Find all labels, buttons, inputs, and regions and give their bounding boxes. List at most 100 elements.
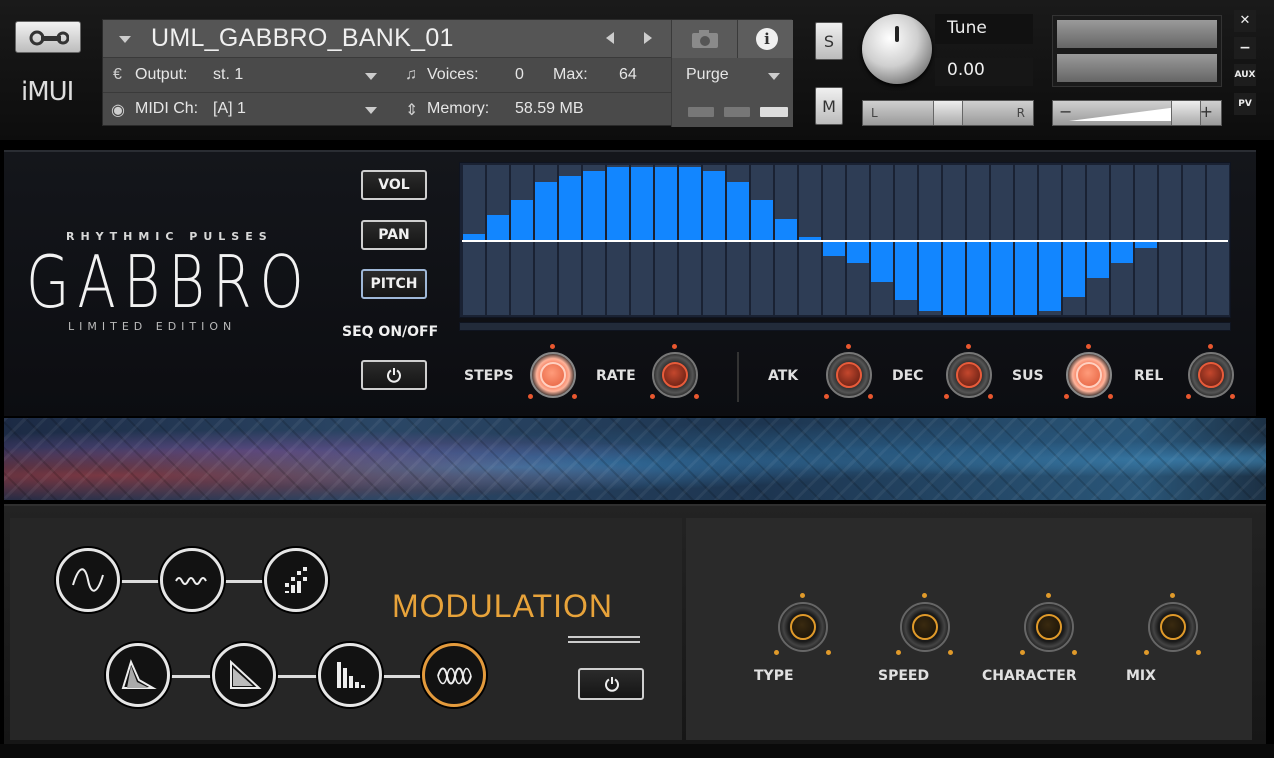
loop-icon — [437, 667, 472, 685]
knob-center — [1198, 362, 1224, 388]
sine-wave-icon — [72, 568, 104, 592]
volume-minus-icon[interactable]: − — [1059, 102, 1072, 121]
prev-instrument-icon[interactable] — [606, 32, 614, 44]
power-icon — [605, 677, 619, 692]
midi-dropdown-icon[interactable] — [365, 107, 377, 114]
pv-button[interactable]: PV — [1234, 93, 1256, 115]
purge-dropdown-icon[interactable] — [768, 73, 780, 80]
seq-knob-rate[interactable] — [648, 344, 702, 402]
noise-shape-button[interactable] — [264, 548, 328, 612]
sequencer-step-bar — [607, 167, 629, 241]
step-sequencer-grid[interactable] — [459, 162, 1231, 318]
sequencer-step-bar — [967, 241, 989, 315]
envelope-shape-button[interactable] — [106, 643, 170, 707]
decay-shape-button[interactable] — [212, 643, 276, 707]
knob-center — [836, 362, 862, 388]
loop-shape-button[interactable] — [422, 643, 486, 707]
knob-tick — [944, 394, 949, 399]
knob-tick — [694, 394, 699, 399]
seq-power-button[interactable] — [361, 360, 427, 390]
envelope-icon — [121, 659, 157, 689]
section-divider — [737, 352, 739, 402]
knob-tick — [774, 650, 779, 655]
random-shape-button[interactable] — [160, 548, 224, 612]
output-value[interactable]: st. 1 — [213, 66, 243, 84]
tune-label: Tune — [947, 18, 987, 38]
seq-knob-sus[interactable] — [1062, 344, 1116, 402]
pan-slider[interactable]: L R — [862, 100, 1034, 126]
uml-logo-icon: iMUI — [21, 77, 74, 107]
sequencer-step-bar — [535, 181, 557, 241]
seq-vol-button[interactable]: VOL — [361, 170, 427, 200]
sequencer-center-line — [462, 240, 1228, 242]
volume-slider-handle[interactable] — [1171, 101, 1201, 125]
sequencer-step-bar — [655, 167, 677, 241]
seq-knob-label-atk: ATK — [768, 368, 799, 384]
sequencer-step-bar — [487, 215, 509, 241]
mod-knob-speed[interactable] — [896, 593, 953, 655]
knob-tick — [1046, 593, 1051, 598]
tune-knob[interactable] — [862, 14, 932, 84]
info-button[interactable]: i — [737, 20, 793, 58]
instrument-info-panel: UML_GABBRO_BANK_01 i € Output: st. 1 ♫ V… — [102, 19, 793, 127]
solo-button[interactable]: S — [815, 22, 843, 60]
volume-plus-icon[interactable]: + — [1200, 102, 1213, 121]
volume-slider[interactable]: − + — [1052, 100, 1222, 126]
sequencer-step-bar — [1039, 241, 1061, 312]
tune-value[interactable]: 0.00 — [947, 60, 985, 80]
seq-pan-button[interactable]: PAN — [361, 220, 427, 250]
seq-onoff-label: SEQ ON/OFF — [342, 324, 439, 340]
modulation-section: MODULATION TYPE SPEED CHARACTER MIX — [4, 504, 1266, 744]
seq-knob-dec[interactable] — [942, 344, 996, 402]
knob-tick — [826, 650, 831, 655]
seq-knob-steps[interactable] — [526, 344, 580, 402]
seq-knob-atk[interactable] — [822, 344, 876, 402]
knob-center — [1160, 614, 1186, 640]
sequencer-step-bar — [1063, 241, 1085, 297]
voices-label: Voices: — [427, 66, 479, 83]
mod-knob-mix[interactable] — [1144, 593, 1201, 655]
voices-value: 0 — [515, 66, 524, 83]
knob-tick — [550, 344, 555, 349]
modulation-title-underline — [568, 636, 640, 643]
output-dropdown-icon[interactable] — [365, 73, 377, 80]
midi-channel-value[interactable]: [A] 1 — [213, 100, 246, 118]
next-instrument-icon[interactable] — [644, 32, 652, 44]
seq-pitch-button[interactable]: PITCH — [361, 269, 427, 299]
seq-knob-label-steps: STEPS — [464, 368, 514, 384]
instrument-name[interactable]: UML_GABBRO_BANK_01 — [151, 24, 454, 53]
seq-knob-label-sus: SUS — [1012, 368, 1044, 384]
knob-tick — [1196, 650, 1201, 655]
midi-icon: ◉ — [111, 102, 125, 119]
instrument-menu-icon[interactable] — [119, 36, 131, 43]
snapshot-button[interactable] — [671, 20, 737, 58]
modulation-power-button[interactable] — [578, 668, 644, 700]
steps-shape-button[interactable] — [318, 643, 382, 707]
level-meter — [1052, 15, 1222, 87]
knob-tick — [672, 344, 677, 349]
meter-right-channel — [1057, 54, 1217, 82]
close-button[interactable]: ✕ — [1234, 10, 1256, 32]
max-voices-value[interactable]: 64 — [619, 66, 637, 84]
seq-knob-label-rel: REL — [1134, 368, 1164, 384]
sequencer-step-bar — [871, 241, 893, 282]
knob-center — [912, 614, 938, 640]
mute-button[interactable]: M — [815, 87, 843, 125]
purge-indicator — [760, 107, 788, 117]
seq-knob-rel[interactable] — [1184, 344, 1238, 402]
sequencer-step-bar — [1015, 241, 1037, 315]
mod-knob-character[interactable] — [1020, 593, 1077, 655]
steps-icon — [337, 662, 365, 688]
output-label: Output: — [135, 66, 188, 83]
purge-button[interactable]: Purge — [686, 66, 729, 84]
sequencer-step-bar — [1111, 241, 1133, 264]
instrument-options-button[interactable] — [15, 21, 81, 53]
pan-slider-handle[interactable] — [933, 101, 963, 125]
mod-knob-type[interactable] — [774, 593, 831, 655]
minimize-button[interactable]: − — [1234, 37, 1256, 59]
sequencer-step-bar — [679, 167, 701, 241]
sine-shape-button[interactable] — [56, 548, 120, 612]
aux-button[interactable]: AUX — [1234, 64, 1256, 86]
kontakt-instrument-header: iMUI UML_GABBRO_BANK_01 i € Output: st. … — [0, 0, 1274, 140]
sequencer-step-bar — [847, 241, 869, 264]
